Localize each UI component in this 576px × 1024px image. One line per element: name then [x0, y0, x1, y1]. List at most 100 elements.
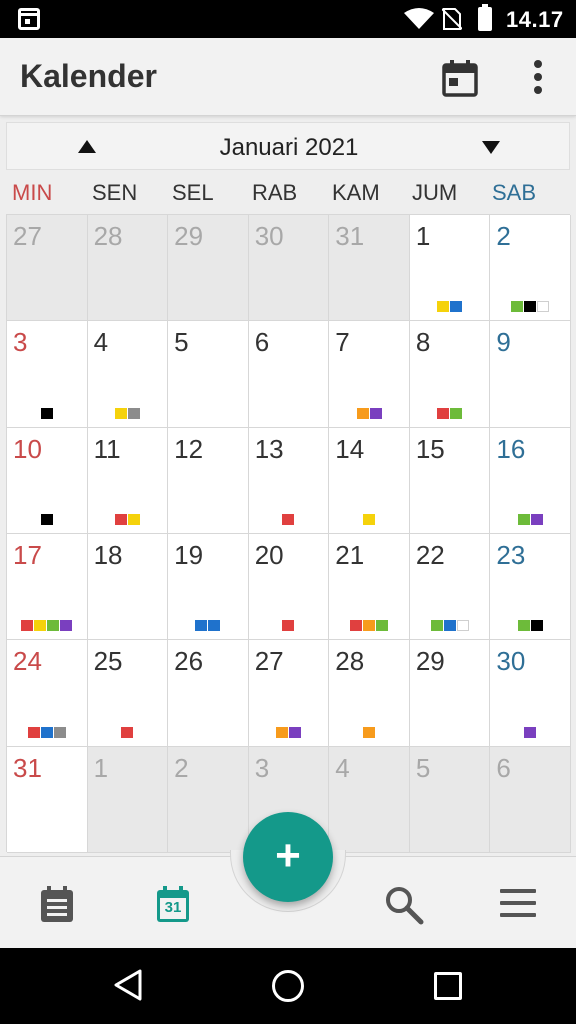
day-number: 27 [13, 221, 42, 251]
event-indicators [490, 513, 570, 525]
day-number: 9 [496, 327, 511, 358]
event-dot [369, 407, 382, 419]
event-dot [350, 620, 363, 632]
calendar-month-icon[interactable]: 31 [156, 885, 190, 923]
day-cell[interactable]: 11 [87, 427, 169, 534]
day-cell[interactable]: 13 [248, 427, 330, 534]
day-number: 3 [254, 752, 270, 783]
event-indicators [329, 513, 409, 525]
day-cell[interactable]: 28 [329, 640, 410, 747]
event-dot [517, 620, 530, 632]
day-cell[interactable]: 14 [329, 427, 410, 534]
no-sim-icon [442, 8, 462, 30]
weekday-label: MIN [12, 180, 53, 205]
recents-icon[interactable] [434, 972, 462, 1000]
day-cell[interactable]: 29 [168, 215, 249, 322]
day-number: 29 [174, 221, 204, 251]
day-number: 6 [254, 327, 270, 358]
agenda-list-icon[interactable] [40, 885, 74, 923]
hamburger-menu-icon[interactable] [500, 889, 538, 919]
day-cell[interactable]: 1 [87, 746, 169, 853]
day-cell[interactable]: 19 [168, 533, 249, 641]
event-dot [60, 620, 73, 632]
day-cell[interactable]: 24 [7, 640, 88, 747]
event-dot [437, 301, 450, 313]
event-indicators [88, 513, 168, 525]
day-number: 26 [174, 646, 204, 677]
overflow-menu-icon[interactable] [524, 58, 552, 98]
event-dot [195, 620, 208, 632]
day-cell[interactable]: 31 [7, 746, 88, 853]
day-cell[interactable]: 22 [409, 533, 491, 641]
day-cell[interactable]: 17 [7, 533, 88, 641]
day-cell[interactable]: 30 [490, 640, 571, 747]
event-dot [450, 407, 463, 419]
day-cell[interactable]: 29 [409, 640, 491, 747]
day-cell[interactable]: 7 [329, 321, 410, 428]
back-icon[interactable] [112, 968, 144, 1002]
day-number: 21 [335, 539, 365, 570]
triangle-up-icon[interactable] [67, 127, 107, 167]
event-dot [456, 620, 469, 632]
day-cell[interactable]: 28 [87, 215, 169, 322]
day-cell[interactable]: 6 [248, 321, 330, 428]
search-icon[interactable] [384, 885, 424, 925]
day-cell[interactable]: 2 [168, 746, 249, 853]
event-dot [530, 513, 543, 525]
day-cell[interactable]: 23 [490, 533, 571, 641]
day-number: 16 [496, 433, 526, 464]
home-icon[interactable] [272, 970, 304, 1002]
day-number: 6 [496, 752, 511, 783]
day-cell[interactable]: 2 [490, 215, 571, 322]
day-cell[interactable]: 27 [7, 215, 88, 322]
event-indicators [7, 407, 87, 419]
day-cell[interactable]: 18 [87, 533, 169, 641]
event-indicators [7, 726, 87, 738]
day-cell[interactable]: 21 [329, 533, 410, 641]
day-number: 22 [415, 539, 445, 570]
day-cell[interactable]: 20 [248, 533, 330, 641]
event-dot [537, 301, 550, 313]
day-number: 30 [496, 646, 526, 677]
day-cell[interactable]: 5 [409, 746, 491, 853]
event-indicators [490, 620, 570, 632]
day-number: 15 [415, 433, 445, 464]
day-cell[interactable]: 15 [409, 427, 491, 534]
day-number: 14 [335, 433, 365, 464]
day-cell[interactable]: 30 [248, 215, 330, 322]
day-cell[interactable]: 9 [490, 321, 571, 428]
day-cell[interactable]: 1 [409, 215, 491, 322]
weekday-label: SEL [172, 180, 214, 205]
event-indicators [7, 513, 87, 525]
day-number: 24 [13, 646, 42, 677]
day-cell[interactable]: 4 [329, 746, 410, 853]
day-number: 18 [93, 539, 123, 570]
event-dot [40, 407, 53, 419]
month-navigator: Januari 2021 [6, 122, 570, 170]
day-cell[interactable]: 27 [248, 640, 330, 747]
day-cell[interactable]: 5 [168, 321, 249, 428]
day-cell[interactable]: 25 [87, 640, 169, 747]
day-cell[interactable]: 3 [7, 321, 88, 428]
day-cell[interactable]: 4 [87, 321, 169, 428]
today-calendar-icon[interactable] [440, 58, 480, 98]
day-cell[interactable]: 10 [7, 427, 88, 534]
event-dot [356, 407, 369, 419]
add-event-button[interactable]: + [243, 812, 333, 902]
day-number: 2 [496, 221, 511, 251]
day-cell[interactable]: 16 [490, 427, 571, 534]
day-cell[interactable]: 12 [168, 427, 249, 534]
weekday-header: MIN SEN SEL RAB KAM JUM SAB [6, 174, 570, 214]
day-cell[interactable]: 26 [168, 640, 249, 747]
day-cell[interactable]: 6 [490, 746, 571, 853]
triangle-down-icon[interactable] [471, 127, 511, 167]
event-dot [363, 513, 376, 525]
event-dot [437, 407, 450, 419]
day-cell[interactable]: 31 [329, 215, 410, 322]
day-number: 27 [254, 646, 284, 677]
calendar-month-icon-day: 31 [164, 899, 182, 916]
event-indicators [7, 620, 87, 632]
day-cell[interactable]: 8 [409, 321, 491, 428]
event-dot [21, 620, 34, 632]
event-indicators [88, 407, 168, 419]
